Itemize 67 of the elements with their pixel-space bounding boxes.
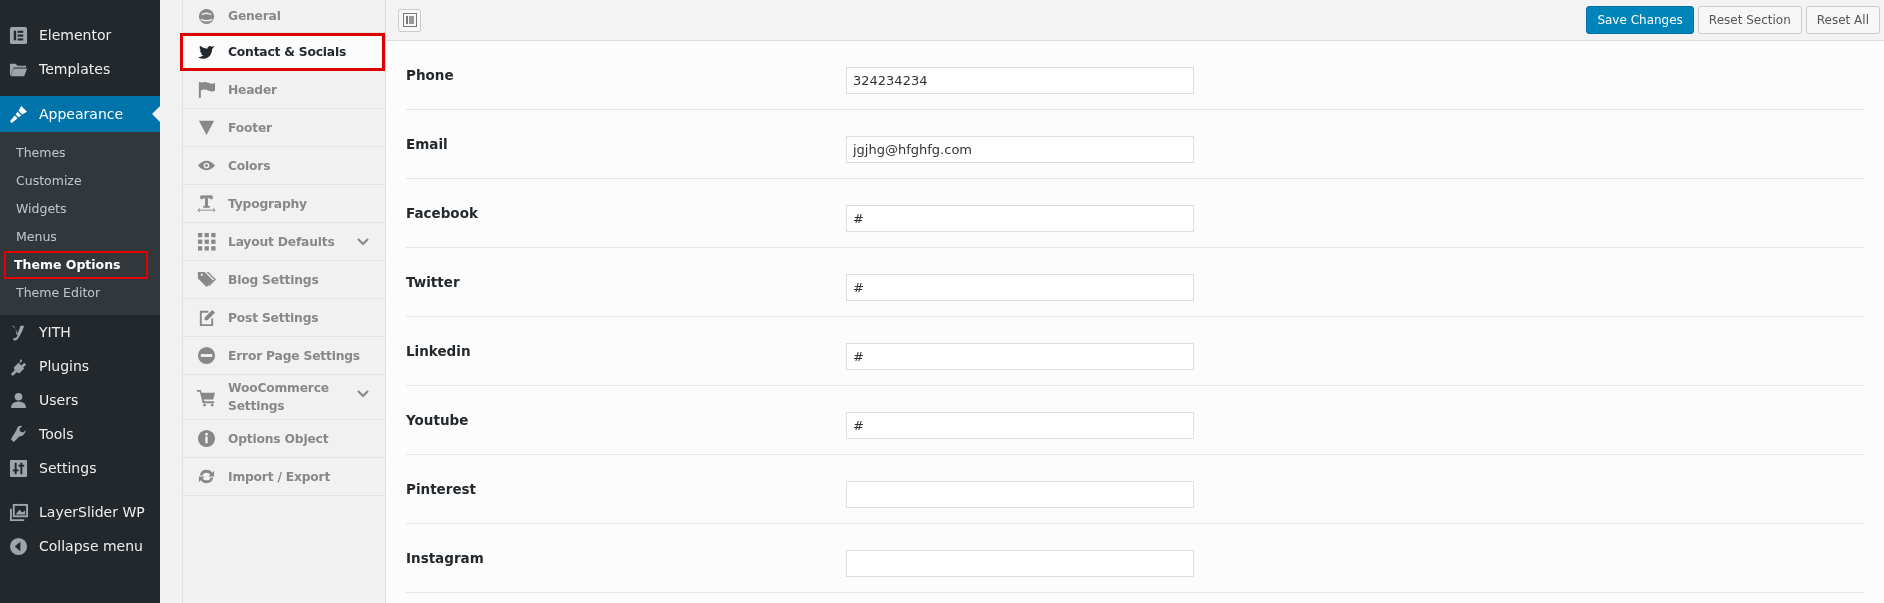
wrench-icon xyxy=(9,424,28,444)
refresh-icon xyxy=(197,467,216,486)
text-input[interactable] xyxy=(846,481,1194,508)
admin-menu-item[interactable]: Tools xyxy=(0,417,160,451)
admin-menu-label: Elementor xyxy=(39,27,112,43)
admin-menu-label: YITH xyxy=(39,324,71,340)
admin-menu-item[interactable]: Collapse menu xyxy=(0,529,160,563)
submenu-item[interactable]: Theme Editor xyxy=(4,279,156,307)
flag-icon xyxy=(197,80,216,99)
info-icon xyxy=(197,429,216,448)
save-button[interactable]: Save Changes xyxy=(1586,6,1694,34)
text-input[interactable]: # xyxy=(846,274,1194,301)
text-input[interactable]: # xyxy=(846,205,1194,232)
sliders-icon xyxy=(9,458,28,478)
field-label: Twitter xyxy=(406,273,461,290)
field-label: Facebook xyxy=(406,204,479,221)
triangle-icon xyxy=(197,118,216,137)
submenu-item[interactable]: Theme Options xyxy=(4,251,148,279)
field-label: Instagram xyxy=(406,549,485,566)
field-label: Youtube xyxy=(406,411,470,428)
plug-icon xyxy=(9,356,28,376)
globe-icon xyxy=(197,6,216,26)
text-input[interactable] xyxy=(846,550,1194,577)
brush-icon xyxy=(9,104,28,124)
admin-menu-item[interactable]: YITH xyxy=(0,315,160,349)
admin-menu-label: Tools xyxy=(39,426,74,442)
field-label: Phone xyxy=(406,66,455,83)
tag-icon xyxy=(197,270,216,289)
admin-menu-item[interactable]: LayerSlider WP xyxy=(0,495,160,529)
cart-icon xyxy=(197,387,216,407)
reset-button[interactable]: Reset Section xyxy=(1697,6,1802,34)
admin-menu-item[interactable]: Users xyxy=(0,383,160,417)
text-input[interactable]: # xyxy=(846,412,1194,439)
admin-menu-item[interactable]: Appearance xyxy=(0,96,160,132)
admin-menu-item[interactable]: Settings xyxy=(0,451,160,485)
user-icon xyxy=(9,390,28,410)
submenu-item[interactable]: Widgets xyxy=(4,195,156,223)
admin-menu-item[interactable]: Plugins xyxy=(0,349,160,383)
admin-menu-label: Templates xyxy=(39,61,111,77)
grid-icon xyxy=(197,232,216,251)
admin-menu-label: Users xyxy=(39,392,79,408)
field-label: Pinterest xyxy=(406,480,478,497)
text-input[interactable]: 324234234 xyxy=(846,67,1194,94)
current-pointer-icon xyxy=(152,106,160,122)
pencil-icon xyxy=(197,308,216,327)
e-logo-icon xyxy=(9,25,28,45)
collapse-icon xyxy=(9,536,28,556)
admin-menu-label: Settings xyxy=(39,460,97,476)
admin-menu-label: Collapse menu xyxy=(39,538,143,554)
admin-menu-label: Appearance xyxy=(39,106,124,122)
text-icon xyxy=(197,194,216,213)
minus-circle-icon xyxy=(197,346,216,365)
images-icon xyxy=(9,502,28,522)
admin-menu-item[interactable]: Elementor xyxy=(0,18,160,52)
admin-menu-item[interactable]: Templates xyxy=(0,52,160,86)
submenu-item[interactable]: Customize xyxy=(4,167,156,195)
field-label: Email xyxy=(406,135,449,152)
submenu-item[interactable]: Menus xyxy=(4,223,156,251)
text-input[interactable]: # xyxy=(846,343,1194,370)
reset-button[interactable]: Reset All xyxy=(1805,6,1880,34)
field-label: Linkedin xyxy=(406,342,472,359)
expand-options-button[interactable] xyxy=(398,8,421,32)
options-nav-item[interactable]: Contact & Socials xyxy=(180,33,385,71)
submenu-item[interactable]: Themes xyxy=(4,139,156,167)
admin-menu-label: Plugins xyxy=(39,358,90,374)
admin-menu-label: LayerSlider WP xyxy=(39,504,145,520)
text-input[interactable]: jgjhg@hfghfg.com xyxy=(846,136,1194,163)
